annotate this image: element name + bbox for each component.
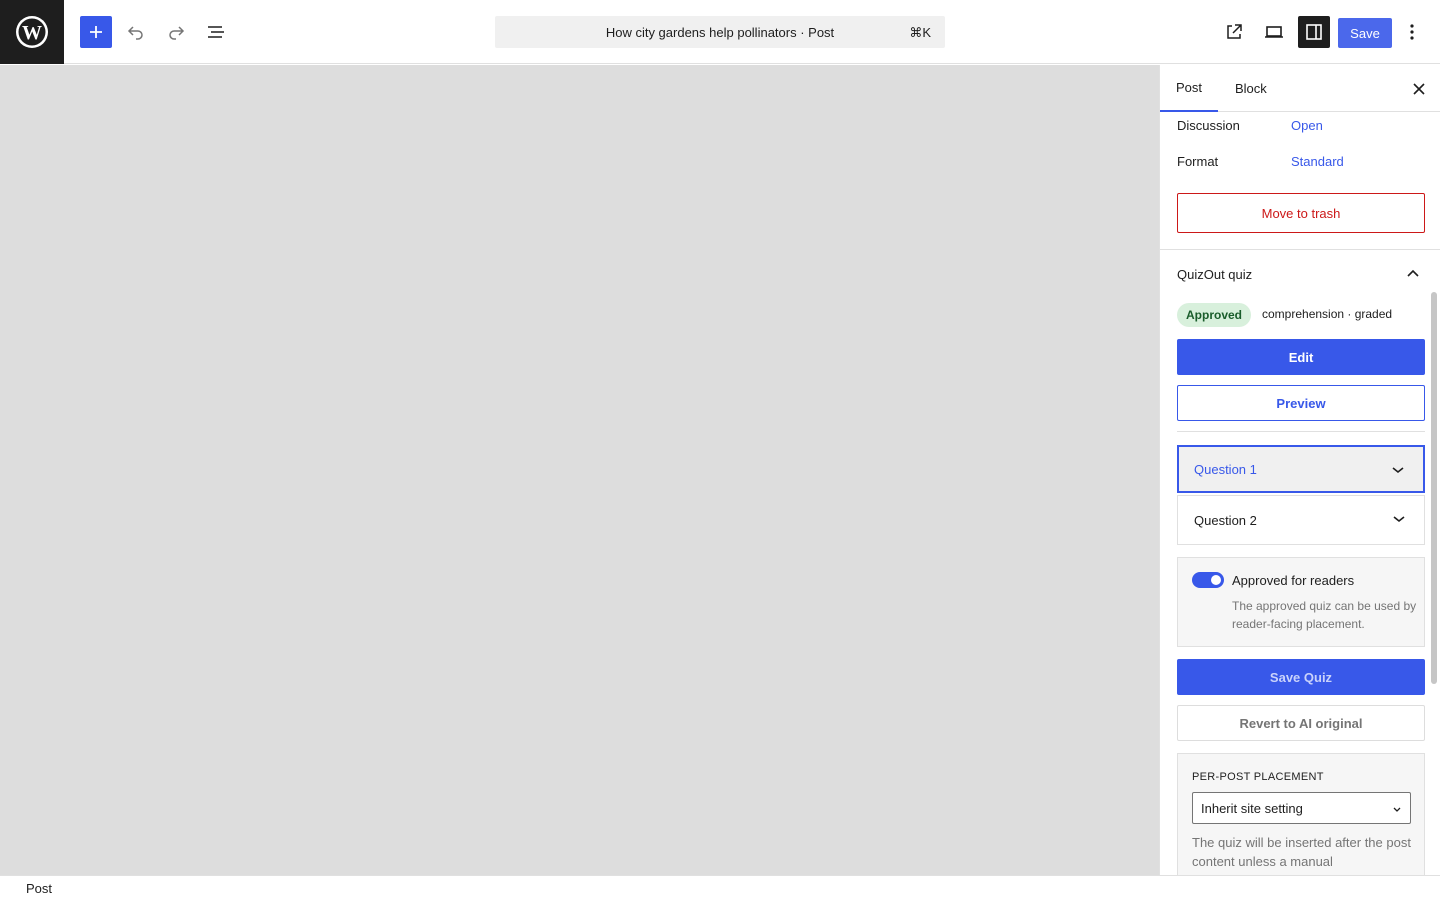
edit-quiz-button[interactable]: Edit [1177, 339, 1425, 375]
more-vertical-icon [1410, 24, 1414, 40]
chevron-up-icon [1407, 269, 1419, 277]
save-button[interactable]: Save [1338, 18, 1392, 48]
format-value-link[interactable]: Standard [1291, 154, 1344, 169]
undo-icon [127, 26, 143, 40]
placement-box: Per-post placement Inherit site setting … [1177, 753, 1425, 875]
undo-button[interactable] [120, 16, 152, 48]
shortcut-hint: ⌘K [909, 25, 931, 40]
device-preview-button[interactable] [1258, 16, 1290, 48]
placement-select[interactable]: Inherit site setting [1192, 792, 1411, 824]
placement-title: Per-post placement [1192, 771, 1324, 783]
chevron-down-icon [1393, 516, 1405, 523]
move-to-trash-button[interactable]: Move to trash [1177, 193, 1425, 233]
question-2-accordion[interactable]: Question 2 [1177, 495, 1425, 545]
svg-text:W: W [22, 22, 42, 44]
chevron-down-icon [1393, 807, 1401, 812]
preview-quiz-button[interactable]: Preview [1177, 385, 1425, 421]
list-view-icon [208, 26, 224, 38]
save-quiz-button[interactable]: Save Quiz [1177, 659, 1425, 695]
discussion-label: Discussion [1177, 118, 1240, 133]
wordpress-logo-icon[interactable]: W [0, 0, 64, 64]
status-badge: Approved [1177, 303, 1252, 327]
toggle-help-text: The approved quiz can be used by reader-… [1232, 599, 1417, 631]
sidebar-icon [1306, 24, 1322, 40]
tab-block[interactable]: Block [1219, 65, 1283, 112]
tab-post[interactable]: Post [1160, 65, 1219, 112]
quiz-panel-title[interactable]: QuizOut quiz [1177, 267, 1252, 282]
question-label: Question 1 [1194, 461, 1257, 477]
desktop-icon [1265, 26, 1283, 38]
toggle-label: Approved for readers [1232, 573, 1355, 588]
chevron-down-icon [1392, 467, 1404, 474]
discussion-value-link[interactable]: Open [1291, 118, 1323, 133]
approved-toggle[interactable] [1192, 572, 1224, 588]
approval-toggle-box: Approved for readers The approved quiz c… [1177, 557, 1425, 647]
editor-footer: Post [0, 875, 1440, 900]
divider [1160, 249, 1440, 250]
question-label: Question 2 [1194, 512, 1257, 528]
redo-icon [169, 26, 185, 40]
settings-toggle-button[interactable] [1298, 16, 1330, 48]
editor-canvas[interactable] [0, 65, 1159, 875]
breadcrumb[interactable]: Post [26, 881, 52, 896]
divider [1177, 431, 1425, 432]
settings-sidebar: Post Block Discussion Open Format Standa… [1159, 65, 1440, 875]
sidebar-scrollbar[interactable] [1431, 292, 1437, 684]
document-title: How city gardens help pollinators · Post [605, 24, 835, 40]
document-overview-button[interactable] [200, 16, 232, 48]
plus-icon [90, 26, 102, 38]
close-sidebar-button[interactable] [1407, 77, 1431, 101]
placement-help-text: The quiz will be inserted after the post… [1192, 835, 1411, 869]
external-link-icon [1227, 24, 1242, 39]
add-block-button[interactable] [80, 16, 112, 48]
select-value: Inherit site setting [1201, 800, 1303, 816]
view-post-button[interactable] [1218, 16, 1250, 48]
sidebar-tabs: Post Block [1160, 65, 1440, 112]
quiz-meta: comprehension · graded [1262, 307, 1393, 321]
options-menu-button[interactable] [1400, 16, 1424, 48]
command-palette-bar[interactable]: How city gardens help pollinators · Post… [495, 16, 945, 48]
question-1-accordion[interactable]: Question 1 [1177, 445, 1425, 493]
collapse-panel-button[interactable] [1401, 264, 1425, 282]
editor-header: W How city gardens help pollinators · Po… [0, 0, 1440, 64]
format-label: Format [1177, 154, 1219, 169]
close-icon [1413, 83, 1425, 95]
redo-button[interactable] [160, 16, 192, 48]
revert-button[interactable]: Revert to AI original [1177, 705, 1425, 741]
